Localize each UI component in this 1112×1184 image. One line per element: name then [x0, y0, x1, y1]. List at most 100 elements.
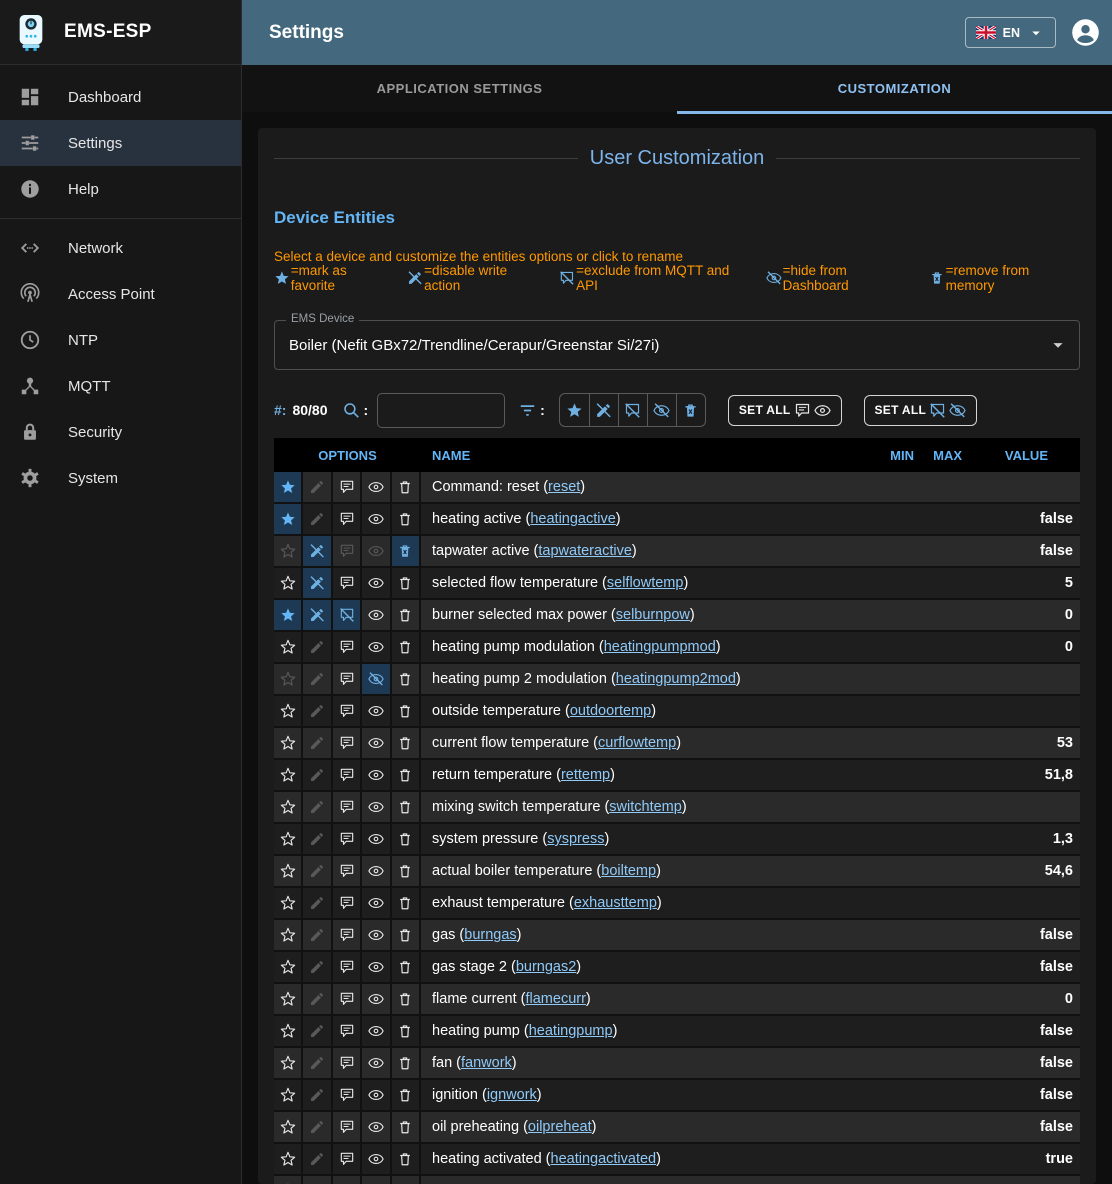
- remove-toggle[interactable]: [392, 728, 421, 758]
- visibility-toggle[interactable]: [362, 504, 391, 534]
- entity-code-link[interactable]: exhausttemp: [574, 895, 657, 911]
- visibility-toggle[interactable]: [362, 824, 391, 854]
- visibility-toggle[interactable]: [362, 1048, 391, 1078]
- write-toggle[interactable]: [303, 824, 332, 854]
- sidebar-item-network[interactable]: Network: [0, 225, 241, 271]
- entity-name[interactable]: current flow temperature (curflowtemp): [421, 728, 868, 758]
- write-toggle[interactable]: [303, 856, 332, 886]
- entity-code-link[interactable]: heatingpump: [529, 1023, 613, 1039]
- sidebar-item-mqtt[interactable]: MQTT: [0, 363, 241, 409]
- entity-code-link[interactable]: boiltemp: [601, 863, 656, 879]
- mqtt-exclude-toggle[interactable]: [333, 984, 362, 1014]
- visibility-toggle[interactable]: [362, 888, 391, 918]
- tab-application-settings[interactable]: APPLICATION SETTINGS: [242, 65, 677, 112]
- write-toggle[interactable]: [303, 1080, 332, 1110]
- entity-name[interactable]: exhaust temperature (exhausttemp): [421, 888, 868, 918]
- visibility-toggle[interactable]: [362, 1112, 391, 1142]
- mqtt-exclude-toggle[interactable]: [333, 664, 362, 694]
- sidebar-item-help[interactable]: Help: [0, 166, 241, 212]
- mqtt-exclude-toggle[interactable]: [333, 856, 362, 886]
- remove-toggle[interactable]: [392, 504, 421, 534]
- comment-off-filter-toggle[interactable]: [618, 394, 647, 426]
- entity-code-link[interactable]: outdoortemp: [570, 703, 651, 719]
- entity-code-link[interactable]: burngas2: [516, 959, 576, 975]
- write-toggle[interactable]: [303, 1144, 332, 1174]
- entity-code-link[interactable]: selflowtemp: [607, 575, 684, 591]
- visibility-toggle[interactable]: [362, 792, 391, 822]
- remove-toggle[interactable]: [392, 1080, 421, 1110]
- favorite-toggle[interactable]: [274, 504, 303, 534]
- entity-name[interactable]: gas stage 2 (burngas2): [421, 952, 868, 982]
- entity-code-link[interactable]: rettemp: [561, 767, 610, 783]
- write-toggle[interactable]: [303, 568, 332, 598]
- sidebar-item-security[interactable]: Security: [0, 409, 241, 455]
- remove-toggle[interactable]: [392, 984, 421, 1014]
- remove-toggle[interactable]: [392, 472, 421, 502]
- entity-name[interactable]: Command: reset (reset): [421, 472, 868, 502]
- entity-name[interactable]: heating activated (heatingactivated): [421, 1144, 868, 1174]
- language-selector[interactable]: EN: [965, 17, 1056, 48]
- entity-name[interactable]: tapwater active (tapwateractive): [421, 536, 868, 566]
- visibility-toggle[interactable]: [362, 984, 391, 1014]
- entity-name[interactable]: heating pump 2 modulation (heatingpump2m…: [421, 664, 868, 694]
- remove-toggle[interactable]: [392, 664, 421, 694]
- sidebar-item-access-point[interactable]: Access Point: [0, 271, 241, 317]
- mqtt-exclude-toggle[interactable]: [333, 1048, 362, 1078]
- favorite-toggle[interactable]: [274, 952, 303, 982]
- remove-toggle[interactable]: [392, 1176, 421, 1184]
- visibility-toggle[interactable]: [362, 1176, 391, 1184]
- favorite-toggle[interactable]: [274, 728, 303, 758]
- entity-name[interactable]: gas (burngas): [421, 920, 868, 950]
- write-toggle[interactable]: [303, 1112, 332, 1142]
- trash-x-filter-toggle[interactable]: [676, 394, 705, 426]
- mqtt-exclude-toggle[interactable]: [333, 1144, 362, 1174]
- entity-name[interactable]: flame current (flamecurr): [421, 984, 868, 1014]
- remove-toggle[interactable]: [392, 792, 421, 822]
- mqtt-exclude-toggle[interactable]: [333, 888, 362, 918]
- mqtt-exclude-toggle[interactable]: [333, 1112, 362, 1142]
- entity-code-link[interactable]: oilpreheat: [528, 1119, 592, 1135]
- tab-customization[interactable]: CUSTOMIZATION: [677, 65, 1112, 112]
- entity-code-link[interactable]: heatingactivated: [551, 1151, 657, 1167]
- write-toggle[interactable]: [303, 536, 332, 566]
- favorite-toggle[interactable]: [274, 920, 303, 950]
- remove-toggle[interactable]: [392, 760, 421, 790]
- visibility-toggle[interactable]: [362, 568, 391, 598]
- write-toggle[interactable]: [303, 632, 332, 662]
- entity-name[interactable]: actual boiler temperature (boiltemp): [421, 856, 868, 886]
- entity-code-link[interactable]: heatingpump2mod: [616, 671, 736, 687]
- remove-toggle[interactable]: [392, 952, 421, 982]
- visibility-toggle[interactable]: [362, 728, 391, 758]
- remove-toggle[interactable]: [392, 696, 421, 726]
- favorite-toggle[interactable]: [274, 1080, 303, 1110]
- entity-name[interactable]: return temperature (rettemp): [421, 760, 868, 790]
- entity-name[interactable]: outside temperature (outdoortemp): [421, 696, 868, 726]
- entity-code-link[interactable]: tapwateractive: [538, 543, 632, 559]
- entity-name[interactable]: system pressure (syspress): [421, 824, 868, 854]
- visibility-toggle[interactable]: [362, 1080, 391, 1110]
- write-toggle[interactable]: [303, 888, 332, 918]
- visibility-toggle[interactable]: [362, 760, 391, 790]
- write-toggle[interactable]: [303, 664, 332, 694]
- write-toggle[interactable]: [303, 952, 332, 982]
- write-toggle[interactable]: [303, 1176, 332, 1184]
- favorite-toggle[interactable]: [274, 856, 303, 886]
- favorite-toggle[interactable]: [274, 1176, 303, 1184]
- mqtt-exclude-toggle[interactable]: [333, 760, 362, 790]
- mqtt-exclude-toggle[interactable]: [333, 1016, 362, 1046]
- visibility-toggle[interactable]: [362, 696, 391, 726]
- mqtt-exclude-toggle[interactable]: [333, 1080, 362, 1110]
- write-toggle[interactable]: [303, 984, 332, 1014]
- favorite-toggle[interactable]: [274, 984, 303, 1014]
- remove-toggle[interactable]: [392, 600, 421, 630]
- entity-code-link[interactable]: switchtemp: [609, 799, 682, 815]
- visibility-toggle[interactable]: [362, 1144, 391, 1174]
- visibility-toggle[interactable]: [362, 952, 391, 982]
- write-toggle[interactable]: [303, 1016, 332, 1046]
- favorite-toggle[interactable]: [274, 1112, 303, 1142]
- visibility-toggle[interactable]: [362, 856, 391, 886]
- write-toggle[interactable]: [303, 760, 332, 790]
- write-toggle[interactable]: [303, 1048, 332, 1078]
- remove-toggle[interactable]: [392, 632, 421, 662]
- write-toggle[interactable]: [303, 504, 332, 534]
